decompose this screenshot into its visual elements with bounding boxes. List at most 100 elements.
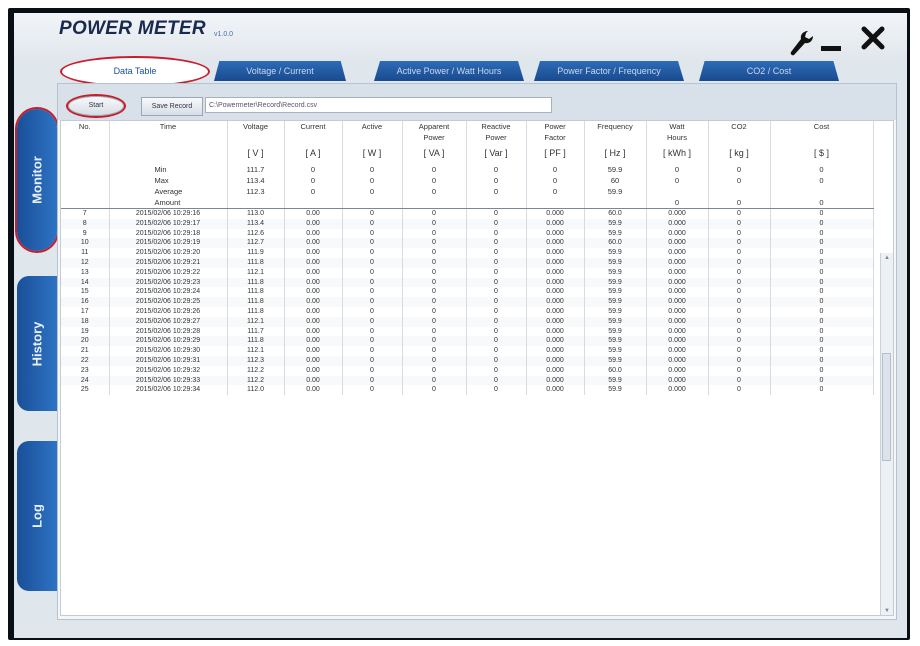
table-cell: 0.000 bbox=[526, 355, 585, 366]
tab-active-power[interactable]: Active Power / Watt Hours bbox=[374, 61, 524, 81]
stat-cell: 0 bbox=[770, 164, 874, 175]
table-cell: 0 bbox=[466, 297, 527, 307]
save-record-button[interactable]: Save Record bbox=[141, 97, 203, 116]
tab-voltage-current[interactable]: Voltage / Current bbox=[214, 61, 346, 81]
table-cell: 0 bbox=[708, 297, 771, 307]
table-cell: 0.000 bbox=[526, 326, 585, 337]
column-unit bbox=[61, 142, 110, 164]
table-row[interactable]: 22 2015/02/06 10:29:31 112.3 0.00 0 0 0 0.000 59… bbox=[61, 355, 874, 366]
table-cell: 0 bbox=[466, 336, 527, 347]
stat-cell: 0 bbox=[402, 186, 467, 197]
table-cell: 0 bbox=[342, 277, 403, 288]
scroll-thumb[interactable] bbox=[882, 353, 891, 461]
table-cell: 0.00 bbox=[284, 316, 343, 327]
table-cell: 0 bbox=[770, 238, 874, 249]
table-cell: 0 bbox=[770, 336, 874, 347]
stat-cell: 0 bbox=[284, 186, 343, 197]
column-header: CO2 bbox=[708, 121, 771, 133]
table-cell: 59.9 bbox=[584, 287, 647, 298]
column-header: No. bbox=[61, 121, 110, 133]
table-cell: 2015/02/06 10:29:17 bbox=[109, 218, 228, 229]
stat-cell bbox=[402, 197, 467, 209]
table-cell: 0 bbox=[342, 257, 403, 268]
table-row[interactable]: 25 2015/02/06 10:29:34 112.0 0.00 0 0 0 0.000 59… bbox=[61, 385, 874, 396]
table-cell: 60.0 bbox=[584, 209, 647, 219]
side-tab-monitor[interactable]: Monitor bbox=[17, 109, 57, 251]
column-header-line2: Power bbox=[466, 133, 527, 142]
table-cell: 2015/02/06 10:29:20 bbox=[109, 248, 228, 258]
tab-data-table[interactable]: Data Table bbox=[62, 58, 208, 85]
table-cell: 0 bbox=[342, 287, 403, 298]
table-row[interactable]: 15 2015/02/06 10:29:24 111.8 0.00 0 0 0 0.000 59… bbox=[61, 287, 874, 298]
table-row[interactable]: 23 2015/02/06 10:29:32 112.2 0.00 0 0 0 0.000 60… bbox=[61, 365, 874, 376]
table-cell: 0.000 bbox=[526, 218, 585, 229]
table-row[interactable]: 7 2015/02/06 10:29:16 113.0 0.00 0 0 0 0.000 60.… bbox=[61, 209, 874, 219]
table-row[interactable]: 16 2015/02/06 10:29:25 111.8 0.00 0 0 0 0.000 59… bbox=[61, 297, 874, 307]
start-button[interactable]: Start bbox=[68, 96, 124, 116]
table-row[interactable]: 17 2015/02/06 10:29:26 111.8 0.00 0 0 0 0.000 59… bbox=[61, 306, 874, 317]
stat-cell: 0 bbox=[284, 164, 343, 175]
tab-co2-cost[interactable]: CO2 / Cost bbox=[699, 61, 839, 81]
table-row[interactable]: 18 2015/02/06 10:29:27 112.1 0.00 0 0 0 0.000 59… bbox=[61, 316, 874, 327]
table-cell: 0 bbox=[342, 385, 403, 396]
column-unit: [ W ] bbox=[342, 142, 403, 164]
tab-power-factor[interactable]: Power Factor / Frequency bbox=[534, 61, 684, 81]
column-header-line2 bbox=[61, 133, 110, 142]
table-cell: 0.000 bbox=[646, 326, 709, 337]
title-bar: POWER METER v1.0.0 bbox=[14, 13, 907, 59]
table-cell: 0 bbox=[402, 238, 467, 249]
scroll-up-icon[interactable]: ▲ bbox=[884, 255, 890, 261]
table-cell: 0 bbox=[466, 209, 527, 219]
table-row[interactable]: 11 2015/02/06 10:29:20 111.9 0.00 0 0 0 0.000 59… bbox=[61, 248, 874, 258]
column-header: Time bbox=[109, 121, 228, 133]
table-cell: 18 bbox=[61, 316, 110, 327]
table-row[interactable]: 14 2015/02/06 10:29:23 111.8 0.00 0 0 0 0.000 59… bbox=[61, 277, 874, 288]
table-cell: 0 bbox=[402, 375, 467, 386]
table-row[interactable]: 10 2015/02/06 10:29:19 112.7 0.00 0 0 0 0.000 60… bbox=[61, 238, 874, 249]
table-cell: 59.9 bbox=[584, 297, 647, 307]
side-tab-log[interactable]: Log bbox=[17, 441, 57, 591]
table-cell: 2015/02/06 10:29:34 bbox=[109, 385, 228, 396]
table-cell: 0 bbox=[708, 326, 771, 337]
close-icon[interactable] bbox=[860, 25, 886, 51]
table-row[interactable]: 13 2015/02/06 10:29:22 112.1 0.00 0 0 0 0.000 59… bbox=[61, 267, 874, 278]
side-tab-label: Log bbox=[29, 504, 45, 528]
stat-cell: 113.4 bbox=[227, 175, 285, 186]
table-cell: 0 bbox=[466, 218, 527, 229]
table-cell: 112.1 bbox=[227, 316, 285, 327]
minimize-icon[interactable] bbox=[821, 46, 841, 51]
table-cell: 0.00 bbox=[284, 248, 343, 258]
table-cell: 0.000 bbox=[646, 385, 709, 396]
table-cell: 0.000 bbox=[526, 316, 585, 327]
wrench-icon[interactable] bbox=[786, 28, 816, 58]
table-cell: 0 bbox=[708, 336, 771, 347]
file-path-input[interactable]: C:\Powermeter\Record\Record.csv bbox=[205, 97, 552, 113]
data-table-panel: Start Save Record C:\Powermeter\Record\R… bbox=[57, 83, 897, 620]
stat-cell: 59.9 bbox=[584, 164, 647, 175]
column-unit: [ $ ] bbox=[770, 142, 874, 164]
table-cell: 0.000 bbox=[526, 385, 585, 396]
table-header: No. Time Voltage Current Active Apparent React… bbox=[61, 121, 874, 209]
table-row[interactable]: 9 2015/02/06 10:29:18 112.6 0.00 0 0 0 0.000 59.… bbox=[61, 228, 874, 239]
stat-cell: 0 bbox=[770, 175, 874, 186]
table-row[interactable]: 8 2015/02/06 10:29:17 113.4 0.00 0 0 0 0.000 59.… bbox=[61, 218, 874, 229]
scroll-down-icon[interactable]: ▼ bbox=[884, 608, 890, 614]
table-cell: 0.000 bbox=[646, 355, 709, 366]
table-row[interactable]: 24 2015/02/06 10:29:33 112.2 0.00 0 0 0 0.000 59… bbox=[61, 375, 874, 386]
column-unit: [ V ] bbox=[227, 142, 285, 164]
table-cell: 0.000 bbox=[526, 297, 585, 307]
table-cell: 0 bbox=[708, 277, 771, 288]
table-row[interactable]: 12 2015/02/06 10:29:21 111.8 0.00 0 0 0 0.000 59… bbox=[61, 257, 874, 268]
table-cell: 59.9 bbox=[584, 316, 647, 327]
table-row[interactable]: 19 2015/02/06 10:29:28 111.7 0.00 0 0 0 0.000 59… bbox=[61, 326, 874, 337]
table-cell: 0 bbox=[342, 355, 403, 366]
table-cell: 0 bbox=[466, 385, 527, 396]
table-cell: 0.000 bbox=[526, 248, 585, 258]
table-cell: 0.000 bbox=[526, 346, 585, 356]
side-tab-history[interactable]: History bbox=[17, 276, 57, 411]
table-row[interactable]: 20 2015/02/06 10:29:29 111.8 0.00 0 0 0 0.000 59… bbox=[61, 336, 874, 347]
table-cell: 0 bbox=[708, 306, 771, 317]
table-scrollbar[interactable]: ▲ ▼ bbox=[880, 253, 893, 615]
table-row[interactable]: 21 2015/02/06 10:29:30 112.1 0.00 0 0 0 0.000 59… bbox=[61, 346, 874, 356]
table-cell: 0.00 bbox=[284, 209, 343, 219]
